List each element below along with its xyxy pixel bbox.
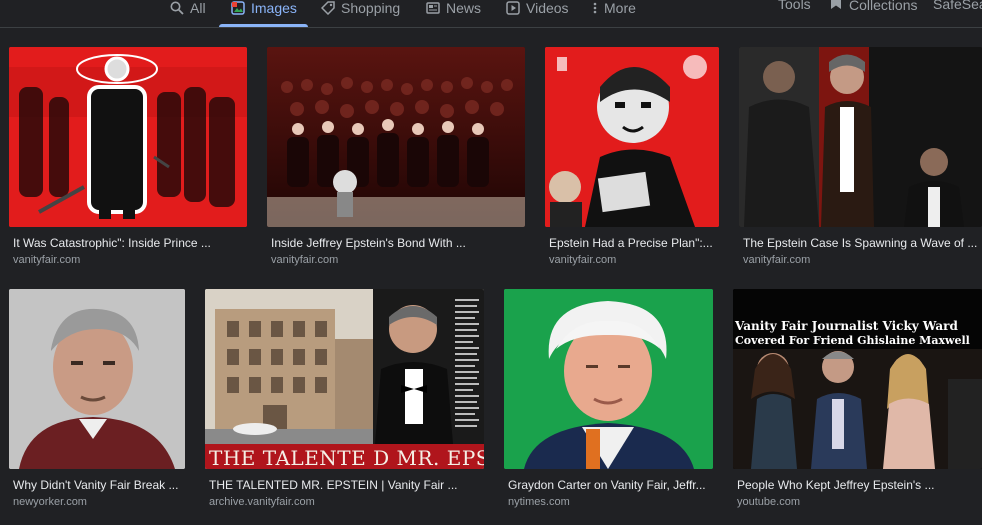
headline-line-2: Covered For Friend Ghislaine Maxwell <box>735 334 970 347</box>
result-3-title[interactable]: Epstein Had a Precise Plan":... <box>549 236 717 250</box>
tab-images[interactable]: Images <box>231 0 297 20</box>
result-6-source: archive.vanityfair.com <box>209 496 315 508</box>
collections-label: Collections <box>849 0 918 13</box>
result-1-thumbnail[interactable] <box>9 47 247 227</box>
result-7-title[interactable]: Graydon Carter on Vanity Fair, Jeffr... <box>508 478 711 492</box>
result-6-thumbnail[interactable]: THE TALENTE D MR. EPSTEIN <box>205 289 484 469</box>
result-4-title[interactable]: The Epstein Case Is Spawning a Wave of .… <box>743 236 979 250</box>
talented-banner-text: THE TALENTE D MR. EPSTEIN <box>209 446 484 469</box>
result-8-source: youtube.com <box>737 496 800 508</box>
result-6-title[interactable]: THE TALENTED MR. EPSTEIN | Vanity Fair .… <box>209 478 481 492</box>
result-7-thumbnail[interactable] <box>504 289 713 469</box>
tab-videos[interactable]: Videos <box>506 0 569 20</box>
result-2-title[interactable]: Inside Jeffrey Epstein's Bond With ... <box>271 236 523 250</box>
search-icon <box>170 1 184 15</box>
result-8-thumbnail[interactable]: Vanity Fair Journalist Vicky Ward Covere… <box>733 289 982 469</box>
play-icon <box>506 1 520 15</box>
result-1-title[interactable]: It Was Catastrophic": Inside Prince ... <box>13 236 245 250</box>
tab-all[interactable]: All <box>170 0 206 20</box>
result-7-source: nytimes.com <box>508 496 570 508</box>
tab-images-label: Images <box>251 0 297 16</box>
tab-all-label: All <box>190 0 206 16</box>
active-tab-indicator <box>219 24 308 27</box>
tab-news[interactable]: News <box>426 0 481 20</box>
result-2-thumbnail[interactable] <box>267 47 525 227</box>
bookmark-icon <box>830 0 842 13</box>
result-4-source: vanityfair.com <box>743 254 811 266</box>
tab-shopping-label: Shopping <box>341 0 401 16</box>
search-tabs-bar: All Images Shopping News Videos More Too… <box>0 0 982 28</box>
result-3-thumbnail[interactable] <box>545 47 719 227</box>
more-vertical-icon <box>592 1 598 15</box>
safesearch-button[interactable]: SafeSear <box>933 0 982 12</box>
image-icon <box>231 1 245 15</box>
newspaper-icon <box>426 1 440 15</box>
result-5-source: newyorker.com <box>13 496 87 508</box>
tools-button[interactable]: Tools <box>778 0 811 12</box>
result-5-title[interactable]: Why Didn't Vanity Fair Break ... <box>13 478 183 492</box>
result-1-source: vanityfair.com <box>13 254 81 266</box>
result-2-source: vanityfair.com <box>271 254 339 266</box>
result-3-source: vanityfair.com <box>549 254 617 266</box>
tab-videos-label: Videos <box>526 0 569 16</box>
tag-icon <box>320 1 335 16</box>
result-5-thumbnail[interactable] <box>9 289 185 469</box>
tab-news-label: News <box>446 0 482 16</box>
result-4-thumbnail[interactable] <box>739 47 982 227</box>
tab-more[interactable]: More <box>592 0 636 20</box>
result-8-title[interactable]: People Who Kept Jeffrey Epstein's ... <box>737 478 977 492</box>
headline-line-1: Vanity Fair Journalist Vicky Ward <box>735 319 958 333</box>
collections-button[interactable]: Collections <box>830 0 917 13</box>
tab-more-label: More <box>604 0 636 16</box>
tab-shopping[interactable]: Shopping <box>320 0 401 20</box>
